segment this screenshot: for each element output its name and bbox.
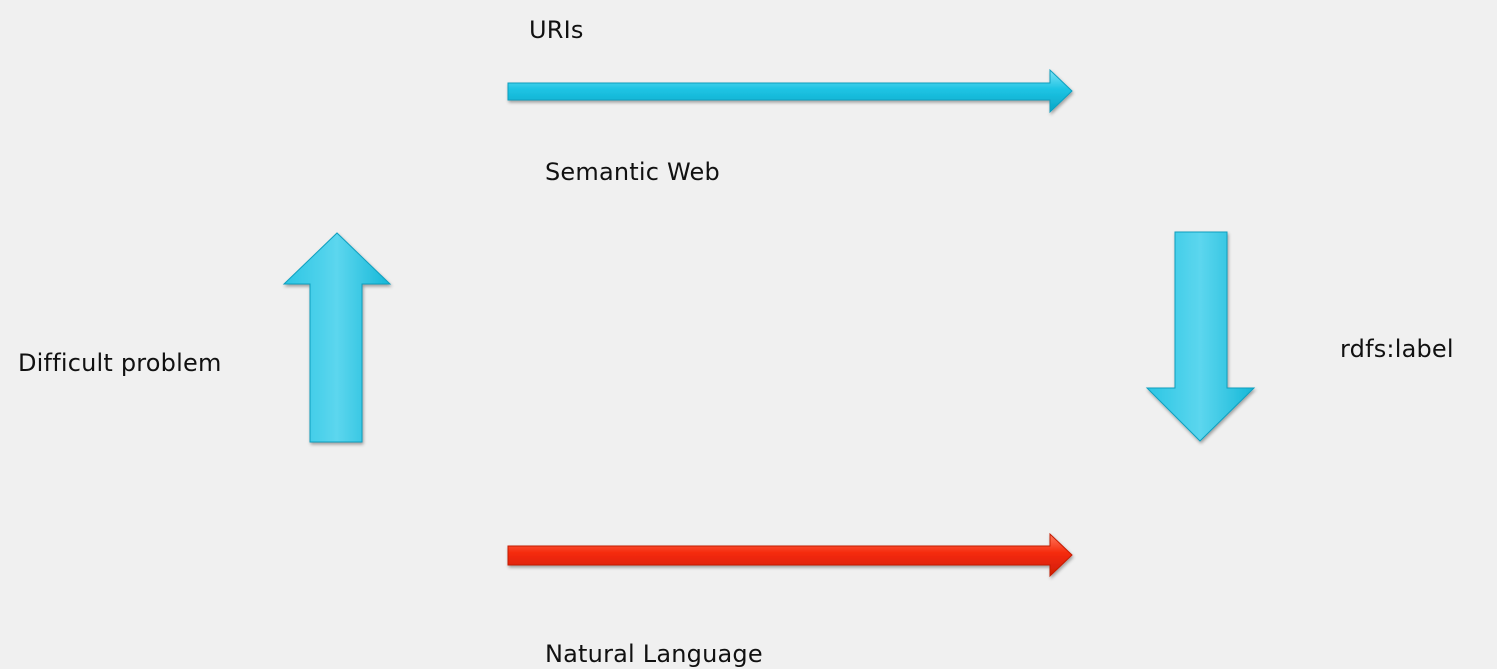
- natural-language-arrow: [507, 532, 1073, 578]
- diagram-arrows: [282, 68, 1256, 578]
- uris-arrow: [507, 68, 1073, 114]
- difficult-problem-arrow: [282, 232, 392, 443]
- rdfs-label-arrow: [1145, 231, 1256, 442]
